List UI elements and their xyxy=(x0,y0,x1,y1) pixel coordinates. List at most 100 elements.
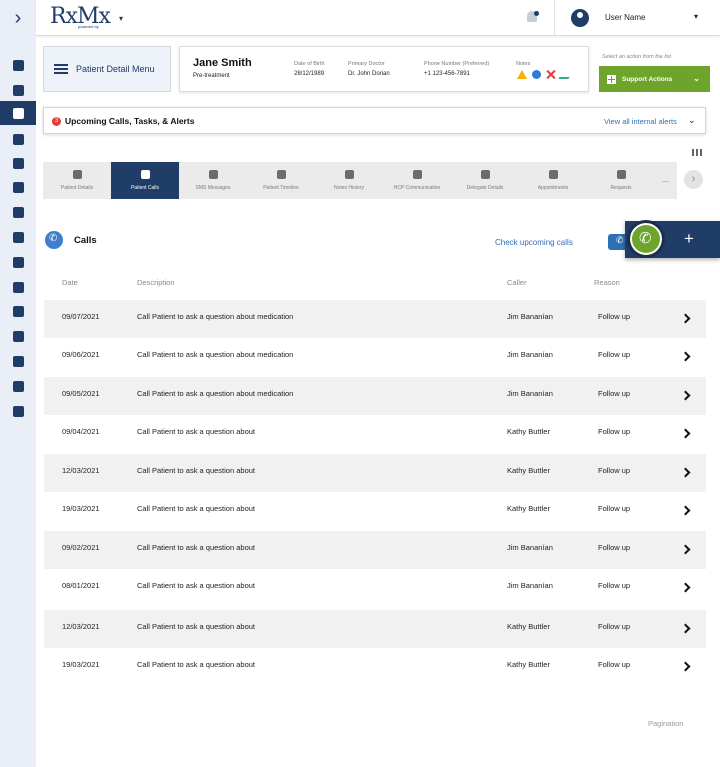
chevron-right-icon[interactable] xyxy=(680,505,691,516)
tab-hcp-communication[interactable]: HCP Communication xyxy=(383,162,451,199)
tab-label: Notes History xyxy=(333,185,364,191)
plus-square-icon xyxy=(607,74,616,84)
location-icon xyxy=(12,181,24,193)
tab-patient-timeline[interactable]: Patient Timeline xyxy=(247,162,315,199)
doctor-value: Dr. John Dorian xyxy=(348,71,390,77)
tab-patient-calls[interactable]: Patient Calls xyxy=(111,162,179,199)
chevron-right-icon[interactable] xyxy=(680,313,691,324)
folder-icon xyxy=(344,170,354,179)
row-caller: Kathy Buttler xyxy=(507,427,550,436)
table-row[interactable]: 12/03/2021 Call Patient to ask a question… xyxy=(44,454,706,492)
tab-delegate-details[interactable]: Delegate Details xyxy=(451,162,519,199)
col-date[interactable]: Date xyxy=(62,278,78,287)
sidebar-checklist-icon[interactable] xyxy=(0,325,36,347)
table-row[interactable]: 12/03/2021 Call Patient to ask a question… xyxy=(44,610,706,648)
sidebar-kit-icon[interactable] xyxy=(0,152,36,174)
chevron-down-icon[interactable]: ⌄ xyxy=(688,115,696,126)
row-description: Call Patient to ask a question about med… xyxy=(137,350,294,359)
user-menu-chevron-down-icon[interactable]: ▾ xyxy=(694,12,698,21)
tab-sms-messages[interactable]: SMS Messages xyxy=(179,162,247,199)
checklist-icon xyxy=(12,330,24,342)
sidebar-tasks-icon[interactable] xyxy=(0,276,36,298)
medical-bag-icon xyxy=(12,133,24,145)
calls-phone-icon xyxy=(45,231,63,249)
chevron-right-icon[interactable] xyxy=(680,623,691,634)
row-description: Call Patient to ask a question about xyxy=(137,581,255,590)
sidebar-calendar-card-icon[interactable] xyxy=(0,300,36,322)
no-call-icon[interactable] xyxy=(546,70,556,79)
table-row[interactable]: 19/03/2021 Call Patient to ask a question… xyxy=(44,648,706,686)
table-row[interactable]: 09/02/2021 Call Patient to ask a question… xyxy=(44,531,706,569)
row-reason: Follow up xyxy=(598,466,631,475)
table-row[interactable]: 19/03/2021 Call Patient to ask a question… xyxy=(44,492,706,530)
add-icon[interactable]: + xyxy=(684,229,694,249)
table-row[interactable]: 09/06/2021 Call Patient to ask a question… xyxy=(44,338,706,376)
tab-appointments[interactable]: Appointments xyxy=(519,162,587,199)
row-description: Call Patient to ask a question about xyxy=(137,504,255,513)
table-row[interactable]: 08/01/2021 Call Patient to ask a question… xyxy=(44,569,706,607)
table-row[interactable]: 09/05/2021 Call Patient to ask a question… xyxy=(44,377,706,415)
user-avatar-icon[interactable] xyxy=(571,9,589,27)
row-description: Call Patient to ask a question about xyxy=(137,466,255,475)
tabs-next-chevron-right-icon[interactable]: › xyxy=(684,170,703,189)
sidebar-phone-icon[interactable] xyxy=(0,79,36,101)
patient-detail-menu-label: Patient Detail Menu xyxy=(76,64,155,74)
patient-detail-menu-button[interactable]: Patient Detail Menu xyxy=(43,46,171,92)
user-name[interactable]: User Name xyxy=(605,13,645,22)
chevron-right-icon[interactable] xyxy=(680,351,691,362)
chevron-right-icon[interactable] xyxy=(680,467,691,478)
sidebar-patient-icon[interactable] xyxy=(0,101,36,125)
tabs-overflow-icon[interactable]: — xyxy=(662,178,669,185)
chevron-right-icon[interactable] xyxy=(680,428,691,439)
people-icon xyxy=(480,170,490,179)
app-switcher-chevron-down-icon[interactable]: ▾ xyxy=(119,14,123,23)
info-icon[interactable] xyxy=(532,70,541,79)
support-actions-button[interactable]: Support Actions ⌄ xyxy=(599,66,710,92)
row-description: Call Patient to ask a question about med… xyxy=(137,312,294,321)
sidebar-truck-icon[interactable] xyxy=(0,251,36,273)
chevron-down-icon: ⌄ xyxy=(693,74,700,83)
row-date: 09/05/2021 xyxy=(62,389,100,398)
check-upcoming-calls-link[interactable]: Check upcoming calls xyxy=(495,238,573,247)
sidebar-location-icon[interactable] xyxy=(0,176,36,198)
row-caller: Jim Bananían xyxy=(507,389,553,398)
alerts-bar[interactable]: 3 Upcoming Calls, Tasks, & Alerts View a… xyxy=(43,107,706,134)
sidebar-archive-icon[interactable] xyxy=(0,201,36,223)
tab-requests[interactable]: Requests xyxy=(587,162,655,199)
expand-sidebar-icon[interactable]: › xyxy=(0,0,36,36)
sidebar-dashboard-icon[interactable] xyxy=(0,54,36,76)
columns-icon[interactable] xyxy=(692,149,702,156)
tab-label: Patient Details xyxy=(60,185,94,191)
row-caller: Kathy Buttler xyxy=(507,660,550,669)
bell-icon xyxy=(12,231,24,243)
row-date: 09/07/2021 xyxy=(62,312,100,321)
pagination[interactable]: Pagination xyxy=(648,719,683,728)
dialer-phone-icon[interactable] xyxy=(627,220,665,258)
tab-notes-history[interactable]: Notes History xyxy=(315,162,383,199)
sidebar-wrench-icon[interactable] xyxy=(0,375,36,397)
col-description[interactable]: Description xyxy=(137,278,175,287)
sidebar-document-icon[interactable] xyxy=(0,400,36,422)
sidebar-bell-icon[interactable] xyxy=(0,226,36,248)
warning-icon[interactable] xyxy=(517,70,527,79)
help-icon xyxy=(616,170,626,179)
table-row[interactable]: 09/04/2021 Call Patient to ask a question… xyxy=(44,415,706,453)
calendar-icon xyxy=(548,170,558,179)
chevron-right-icon[interactable] xyxy=(680,544,691,555)
left-sidebar: › xyxy=(0,0,36,767)
chevron-right-icon[interactable] xyxy=(680,661,691,672)
row-caller: Jim Bananían xyxy=(507,543,553,552)
sidebar-head-icon[interactable] xyxy=(0,350,36,372)
tab-patient-details[interactable]: Patient Details xyxy=(43,162,111,199)
row-description: Call Patient to ask a question about xyxy=(137,427,255,436)
view-internal-alerts-link[interactable]: View all internal alerts xyxy=(604,117,677,126)
truck-icon xyxy=(12,256,24,268)
col-reason[interactable]: Reason xyxy=(594,278,620,287)
chevron-right-icon[interactable] xyxy=(680,390,691,401)
sidebar-medical-bag-icon[interactable] xyxy=(0,128,36,150)
row-caller: Kathy Buttler xyxy=(507,466,550,475)
col-caller[interactable]: Caller xyxy=(507,278,527,287)
chevron-right-icon[interactable] xyxy=(680,582,691,593)
table-row[interactable]: 09/07/2021 Call Patient to ask a question… xyxy=(44,300,706,338)
pulse-icon[interactable] xyxy=(558,70,574,79)
